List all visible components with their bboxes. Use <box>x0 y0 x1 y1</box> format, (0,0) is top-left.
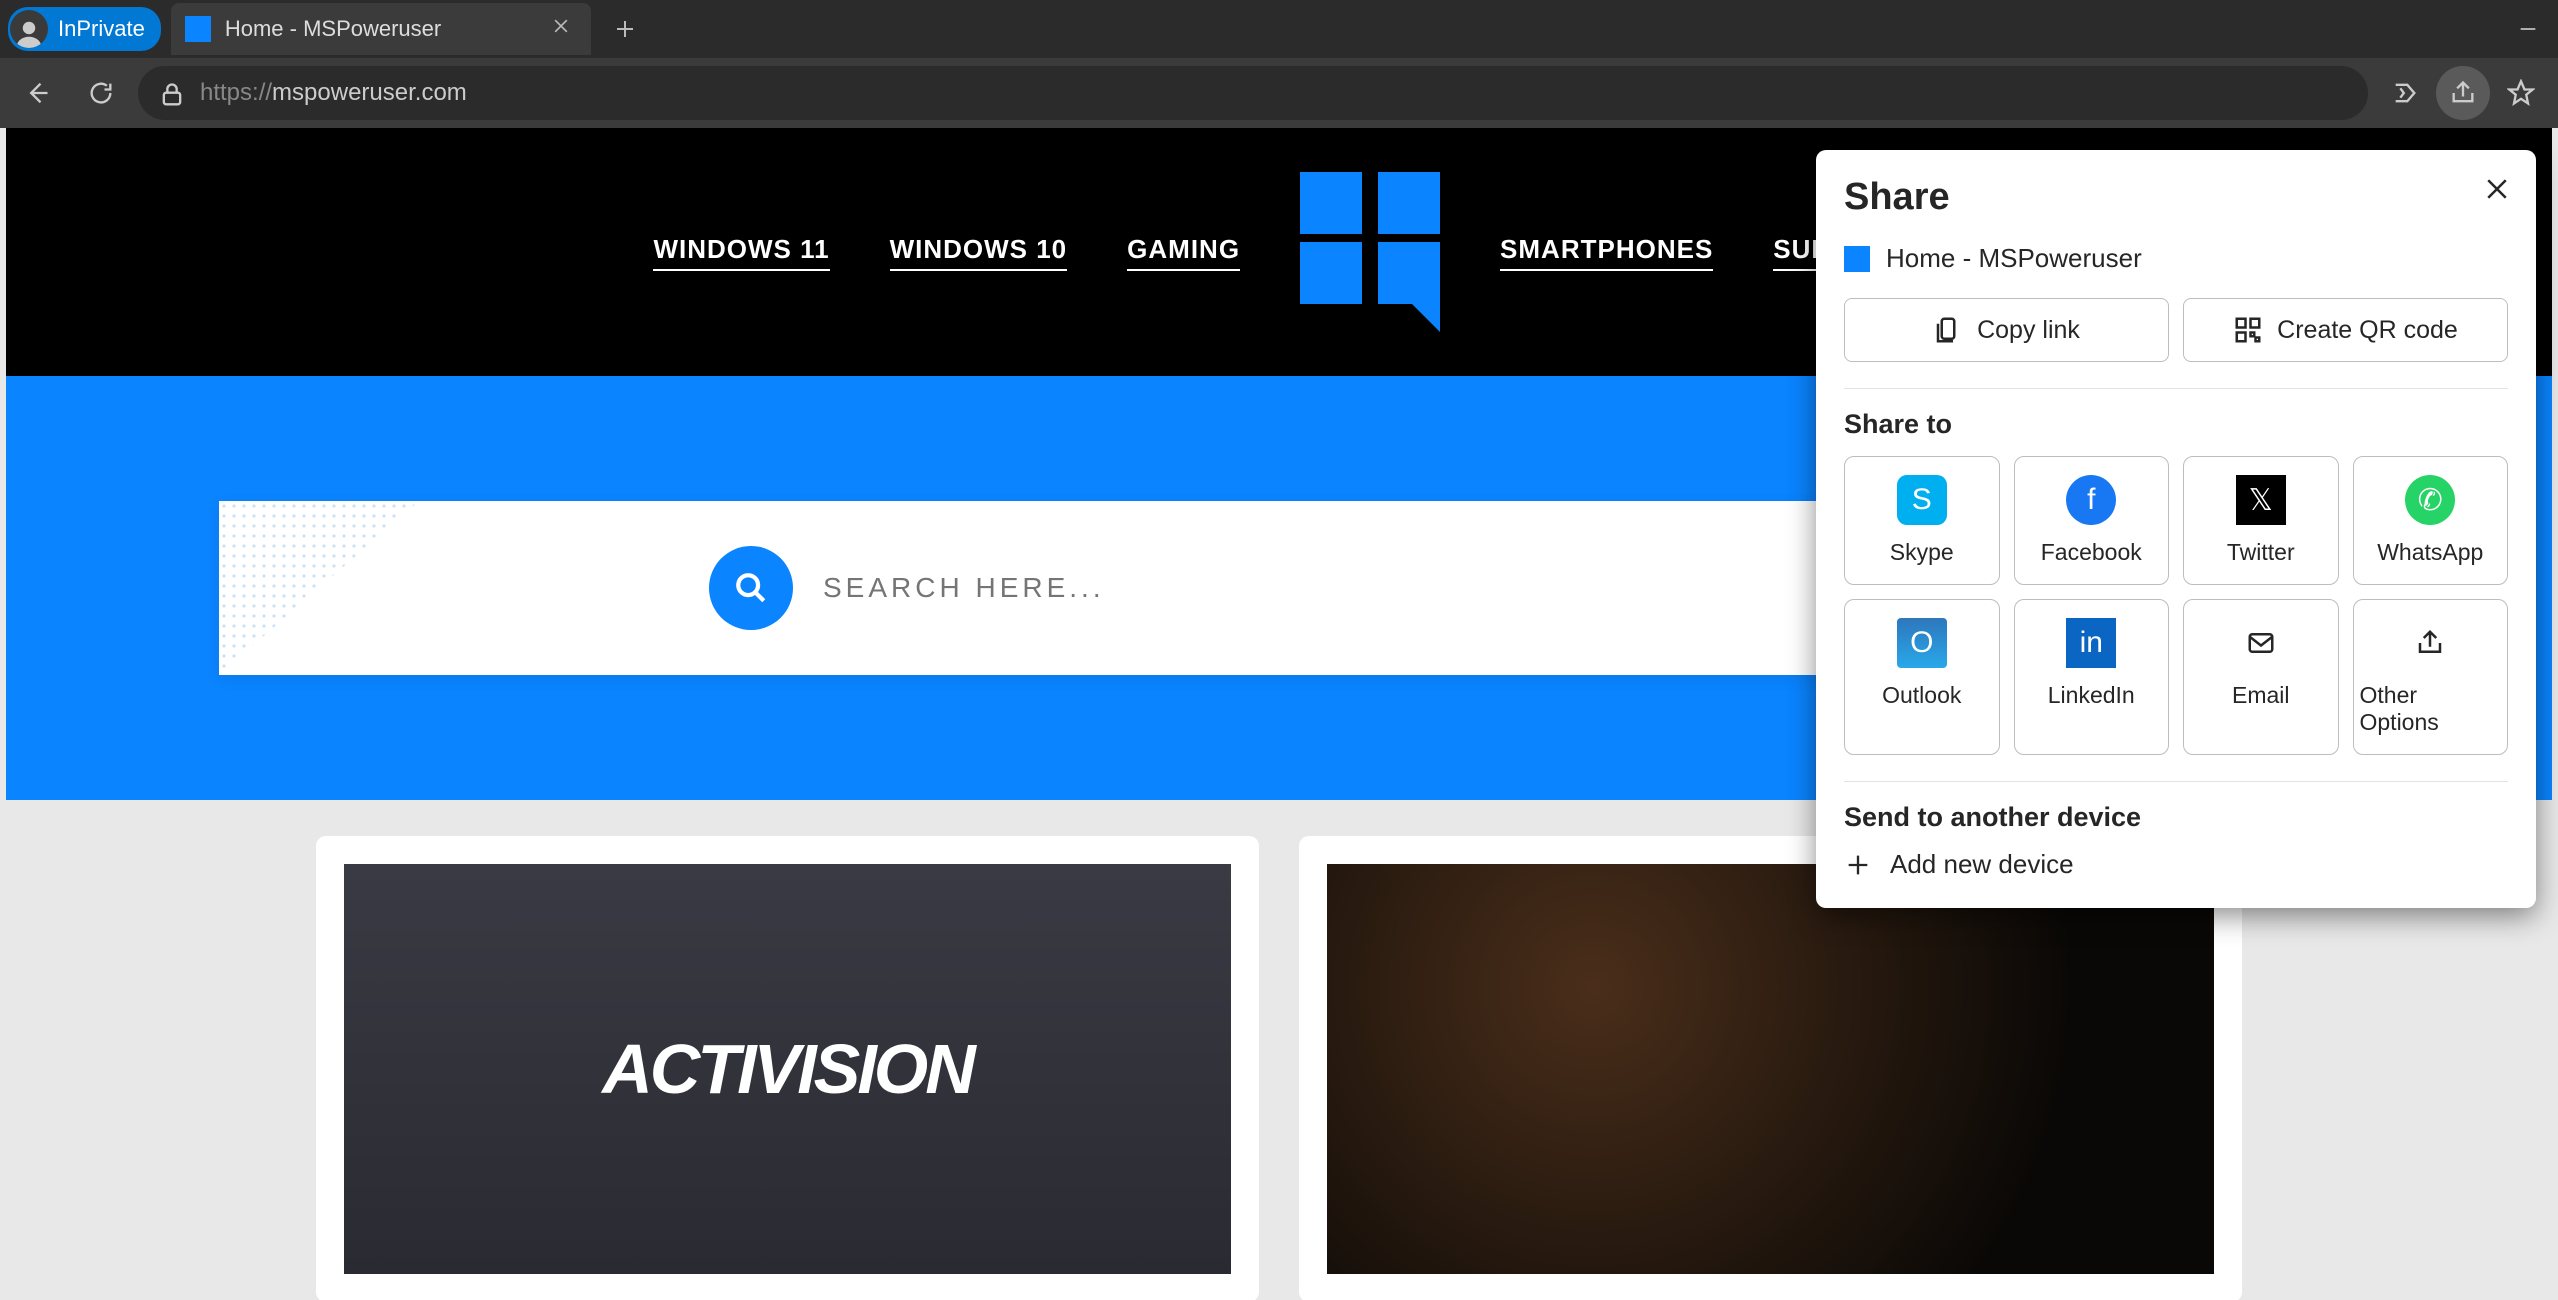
browser-toolbar: https://mspoweruser.com <box>0 58 2558 128</box>
favicon-icon <box>185 16 211 42</box>
browser-titlebar: InPrivate Home - MSPoweruser <box>0 0 2558 58</box>
outlook-icon: O <box>1897 618 1947 668</box>
facebook-icon: f <box>2066 475 2116 525</box>
share-icon <box>2405 618 2455 668</box>
nav-windows-10[interactable]: WINDOWS 10 <box>890 234 1068 271</box>
favorite-button[interactable] <box>2494 66 2548 120</box>
lock-icon <box>158 81 182 105</box>
article-thumbnail: ACTIVISION <box>344 864 1231 1274</box>
decorative-dots-icon <box>219 501 419 675</box>
new-tab-button[interactable] <box>605 9 645 49</box>
send-device-label: Send to another device <box>1844 802 2508 833</box>
favicon-icon <box>1844 246 1870 272</box>
share-whatsapp-button[interactable]: ✆ WhatsApp <box>2353 456 2509 585</box>
email-icon <box>2236 618 2286 668</box>
read-aloud-button[interactable] <box>2378 66 2432 120</box>
share-title: Share <box>1844 176 2508 219</box>
url-text: https://mspoweruser.com <box>200 79 467 107</box>
back-button[interactable] <box>10 66 64 120</box>
copy-link-button[interactable]: Copy link <box>1844 298 2169 362</box>
close-tab-button[interactable] <box>545 10 577 48</box>
share-linkedin-button[interactable]: in LinkedIn <box>2014 599 2170 755</box>
share-panel: Share Home - MSPoweruser Copy link Creat… <box>1816 150 2536 908</box>
share-skype-button[interactable]: S Skype <box>1844 456 2000 585</box>
share-twitter-button[interactable]: 𝕏 Twitter <box>2183 456 2339 585</box>
article-card[interactable]: ACTIVISION <box>316 836 1259 1300</box>
share-outlook-button[interactable]: O Outlook <box>1844 599 2000 755</box>
tab-title: Home - MSPoweruser <box>225 16 441 42</box>
inprivate-badge[interactable]: InPrivate <box>8 7 161 51</box>
twitter-icon: 𝕏 <box>2236 475 2286 525</box>
whatsapp-icon: ✆ <box>2405 475 2455 525</box>
nav-gaming[interactable]: GAMING <box>1127 234 1240 271</box>
share-page-info: Home - MSPoweruser <box>1844 243 2508 274</box>
nav-smartphones[interactable]: SMARTPHONES <box>1500 234 1713 271</box>
search-button[interactable] <box>709 546 793 630</box>
share-button[interactable] <box>2436 66 2490 120</box>
inprivate-label: InPrivate <box>58 16 145 42</box>
minimize-button[interactable] <box>2498 4 2558 54</box>
share-email-button[interactable]: Email <box>2183 599 2339 755</box>
address-bar[interactable]: https://mspoweruser.com <box>138 66 2368 120</box>
reload-button[interactable] <box>74 66 128 120</box>
site-logo-icon[interactable] <box>1300 172 1440 332</box>
add-device-button[interactable]: Add new device <box>1844 849 2508 880</box>
nav-windows-11[interactable]: WINDOWS 11 <box>653 234 829 271</box>
share-to-label: Share to <box>1844 409 2508 440</box>
skype-icon: S <box>1897 475 1947 525</box>
create-qr-button[interactable]: Create QR code <box>2183 298 2508 362</box>
browser-tab[interactable]: Home - MSPoweruser <box>171 3 591 55</box>
share-other-button[interactable]: Other Options <box>2353 599 2509 755</box>
profile-avatar-icon <box>10 10 48 48</box>
linkedin-icon: in <box>2066 618 2116 668</box>
share-facebook-button[interactable]: f Facebook <box>2014 456 2170 585</box>
close-share-button[interactable] <box>2480 172 2514 206</box>
window-controls <box>2498 4 2558 54</box>
share-page-title: Home - MSPoweruser <box>1886 243 2142 274</box>
article-thumbnail <box>1327 864 2214 1274</box>
